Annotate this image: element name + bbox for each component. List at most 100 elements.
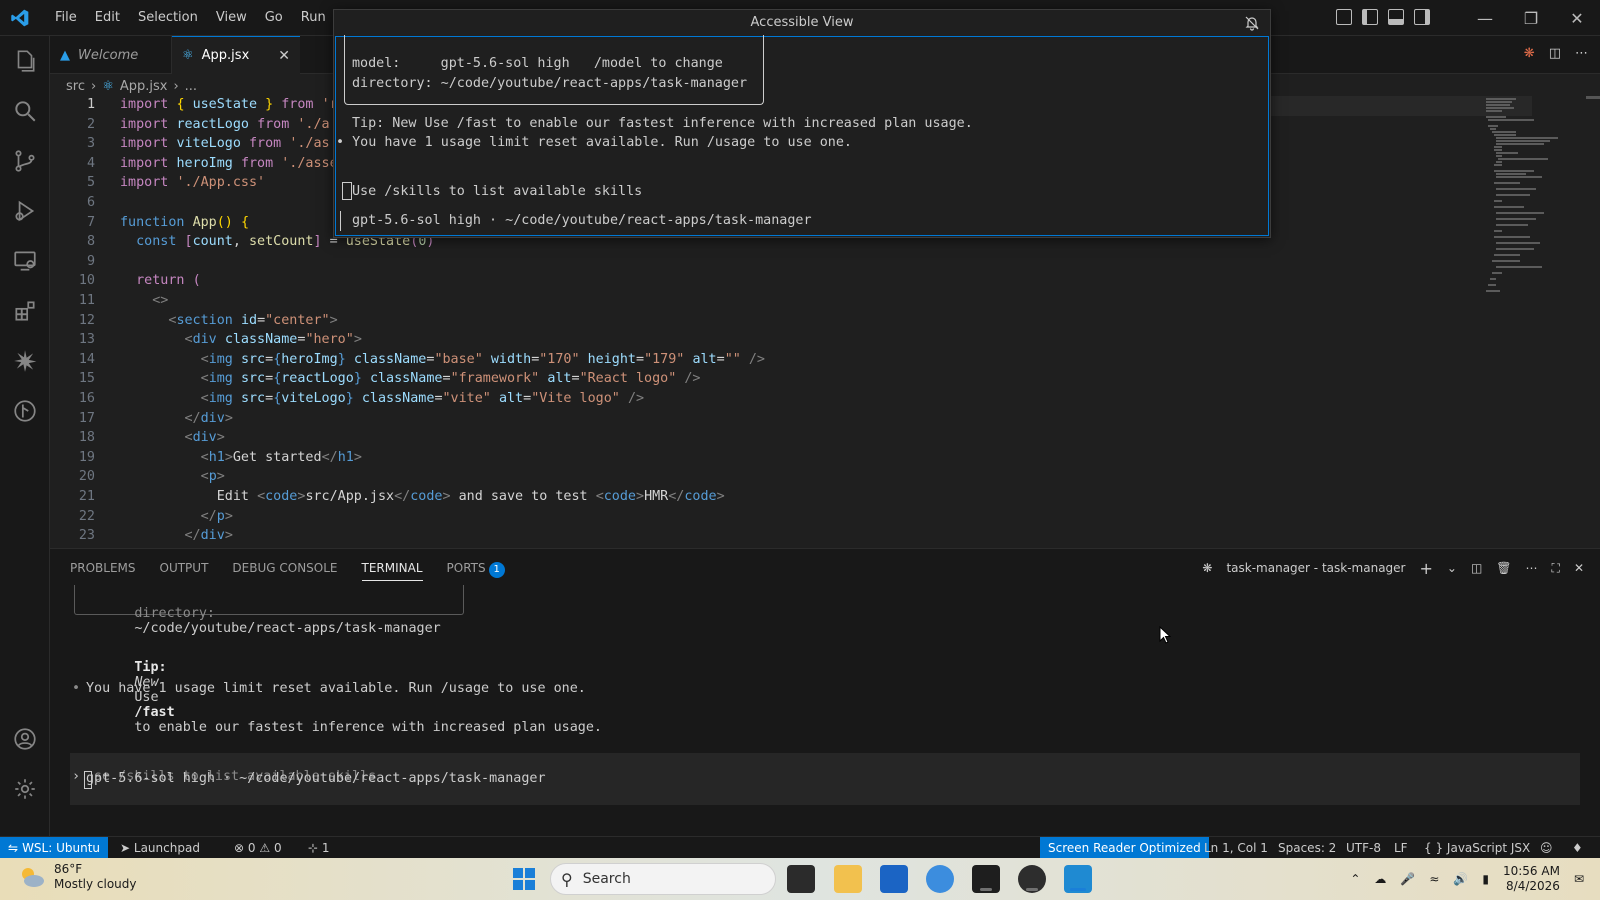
terminal-view[interactable]: directory: ~/code/youtube/react-apps/tas…: [50, 585, 1600, 837]
tab-problems[interactable]: PROBLEMS: [70, 549, 136, 587]
chevron-down-icon[interactable]: ⌄: [1447, 561, 1457, 575]
more-actions-icon[interactable]: ⋯: [1526, 561, 1538, 575]
split-terminal-icon[interactable]: ◫: [1471, 561, 1482, 575]
screen-reader-optimized-badge[interactable]: Screen Reader Optimized: [1040, 837, 1209, 859]
microphone-icon[interactable]: 🎤: [1400, 872, 1415, 886]
wifi-icon[interactable]: ≈: [1429, 872, 1439, 886]
new-terminal-icon[interactable]: +: [1419, 559, 1432, 578]
line-number: 1: [86, 97, 95, 112]
run-debug-icon[interactable]: [12, 198, 38, 224]
tab-debug-console[interactable]: DEBUG CONSOLE: [232, 549, 337, 587]
react-file-icon: ⚛: [102, 78, 114, 94]
line-ending[interactable]: LF: [1394, 837, 1408, 859]
menu-go[interactable]: Go: [256, 0, 292, 36]
toggle-panel-icon[interactable]: [1388, 9, 1404, 25]
line-number: 2: [86, 116, 95, 132]
line-number: 4: [86, 155, 95, 171]
restore-button[interactable]: ❐: [1508, 0, 1554, 36]
line-number: 22: [78, 508, 95, 524]
menu-file[interactable]: File: [46, 0, 86, 36]
battery-icon[interactable]: ▮: [1482, 872, 1489, 886]
editor-scrollbar[interactable]: [1586, 96, 1600, 548]
chevron-up-icon[interactable]: ⌃: [1350, 872, 1360, 886]
code-text: import heroImg from './asse: [120, 155, 338, 171]
store-app-icon[interactable]: [880, 865, 908, 893]
code-text: </div>: [184, 410, 233, 426]
bell-slash-icon[interactable]: [1244, 15, 1260, 31]
toggle-primary-sidebar-icon[interactable]: [1362, 9, 1378, 25]
file-explorer-app-icon[interactable]: [834, 865, 862, 893]
terminal-app-icon[interactable]: [972, 865, 1000, 893]
remote-explorer-icon[interactable]: [12, 248, 38, 274]
ports-status[interactable]: ⊹ 1: [308, 837, 330, 859]
code-text: <img src={viteLogo} className="vite" alt…: [200, 391, 645, 406]
windows-taskbar: 86°F Mostly cloudy ⚲ Search ⌃ ☁ 🎤 ≈ 🔊 ▮ …: [0, 858, 1600, 900]
close-tab-icon[interactable]: ✕: [278, 48, 290, 64]
line-number: 19: [78, 449, 95, 465]
tab-ports[interactable]: PORTS 1: [447, 549, 505, 587]
notifications-bell-icon[interactable]: ♦: [1572, 837, 1583, 859]
clock[interactable]: 10:56 AM 8/4/2026: [1503, 864, 1560, 894]
notification-icon[interactable]: ✉: [1574, 872, 1584, 886]
volume-icon[interactable]: 🔊: [1453, 872, 1468, 886]
trash-icon[interactable]: 🗑: [1496, 561, 1511, 575]
terminal-usage-line: You have 1 usage limit reset available. …: [86, 681, 586, 696]
breadcrumb-symbol[interactable]: ...: [185, 79, 197, 94]
explorer-icon[interactable]: [12, 48, 38, 74]
settings-gear-icon[interactable]: [12, 776, 38, 802]
language-mode[interactable]: { } JavaScript JSX: [1424, 837, 1530, 859]
indentation[interactable]: Spaces: 2: [1278, 837, 1336, 859]
ai-assistant-icon[interactable]: [12, 348, 38, 374]
onedrive-icon[interactable]: ☁: [1374, 872, 1386, 886]
editor-scroll-thumb[interactable]: [1586, 96, 1600, 99]
tab-output[interactable]: OUTPUT: [160, 549, 209, 587]
code-text: <section id="center">: [168, 312, 338, 328]
terminal-name[interactable]: task-manager - task-manager: [1226, 561, 1405, 575]
taskbar-search[interactable]: ⚲ Search: [550, 863, 776, 895]
search-icon[interactable]: [12, 98, 38, 124]
search-icon: ⚲: [561, 869, 573, 889]
task-view-app-icon[interactable]: [787, 865, 815, 893]
split-editor-icon[interactable]: ◫: [1549, 46, 1561, 61]
rocket-icon: ➤: [120, 841, 131, 855]
encoding[interactable]: UTF-8: [1346, 837, 1381, 859]
breadcrumb-src[interactable]: src: [66, 79, 85, 94]
launchpad-item[interactable]: ➤ Launchpad: [120, 837, 200, 859]
close-panel-icon[interactable]: ✕: [1574, 561, 1584, 575]
code-text: <div>: [184, 430, 225, 446]
tab-welcome[interactable]: ▲ Welcome: [50, 36, 172, 74]
menu-run[interactable]: Run: [292, 0, 335, 36]
menu-edit[interactable]: Edit: [86, 0, 129, 36]
outlook-app-icon[interactable]: [926, 865, 954, 893]
remote-label: WSL: Ubuntu: [22, 841, 101, 855]
accessible-view-content[interactable]: model: gpt-5.6-sol high /model to change…: [335, 35, 1269, 236]
maximize-panel-icon[interactable]: ⛶: [1552, 561, 1560, 576]
problems-counter[interactable]: ⊗ 0 ⚠ 0: [234, 837, 282, 859]
clock-date: 8/4/2026: [1506, 879, 1560, 893]
breadcrumb-file[interactable]: App.jsx: [120, 79, 168, 94]
timeline-icon[interactable]: [12, 398, 38, 424]
av-tip-line: Tip: New Use /fast to enable our fastest…: [352, 116, 973, 131]
ai-action-icon[interactable]: ❋: [1524, 46, 1535, 61]
tab-app-jsx[interactable]: ⚛ App.jsx ✕: [172, 36, 300, 74]
extensions-icon[interactable]: [12, 298, 38, 324]
minimize-button[interactable]: —: [1462, 0, 1508, 36]
start-button[interactable]: [510, 865, 538, 893]
close-window-button[interactable]: ✕: [1554, 0, 1600, 36]
customize-layout-icon[interactable]: [1336, 9, 1352, 25]
copilot-status-icon[interactable]: ☺: [1540, 837, 1553, 859]
accounts-icon[interactable]: [12, 726, 38, 752]
menu-selection[interactable]: Selection: [129, 0, 207, 36]
tab-terminal[interactable]: TERMINAL: [361, 549, 423, 587]
minimap[interactable]: [1480, 96, 1570, 306]
weather-widget[interactable]: 86°F Mostly cloudy: [18, 862, 137, 892]
source-control-icon[interactable]: [12, 148, 38, 174]
toggle-secondary-sidebar-icon[interactable]: [1414, 9, 1430, 25]
tab-app-label: App.jsx: [201, 48, 250, 63]
cursor-position[interactable]: Ln 1, Col 1: [1204, 837, 1268, 859]
remote-indicator[interactable]: ⇋ WSL: Ubuntu: [0, 837, 108, 859]
menu-view[interactable]: View: [207, 0, 256, 36]
chrome-app-icon[interactable]: [1018, 865, 1046, 893]
more-actions-icon[interactable]: ⋯: [1575, 46, 1588, 61]
vscode-app-icon[interactable]: [1064, 865, 1092, 893]
